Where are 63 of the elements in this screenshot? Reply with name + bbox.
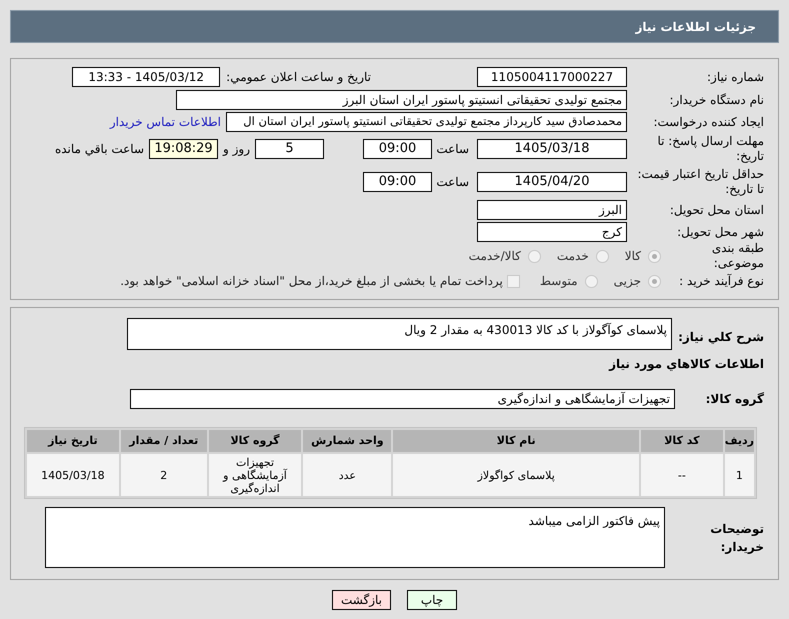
input-field[interactable]: کرج: [477, 222, 627, 242]
input-field[interactable]: 19:08:29: [149, 139, 218, 159]
radio-button[interactable]: [584, 274, 598, 288]
table-cell: تجهیزات آزمایشگاهی و اندازه‌گیری: [208, 454, 302, 496]
input-field[interactable]: 1405/04/20: [477, 172, 627, 192]
input-field[interactable]: 5: [255, 139, 324, 159]
field-label: مهلت ارسال پاسخ: تا تاریخ:: [656, 134, 764, 164]
table-cell: 2: [120, 454, 207, 496]
field-label: ایجاد کننده درخواست:: [652, 114, 764, 130]
field-label: روز و: [223, 141, 250, 158]
field-label: شماره نیاز:: [706, 70, 764, 84]
table-cell: --: [640, 454, 723, 496]
input-field[interactable]: 1405/03/12 - 13:33: [72, 67, 220, 87]
field-label: کالا: [624, 248, 641, 265]
field-label: شرح کلي نیاز:: [677, 329, 764, 346]
field-label: ساعت: [436, 141, 469, 158]
input-field[interactable]: 1105004117000227: [477, 67, 627, 87]
print-button[interactable]: چاپ: [407, 590, 457, 610]
radio-button[interactable]: [648, 274, 661, 288]
input-field[interactable]: 09:00: [363, 172, 432, 192]
field-label: پرداخت تمام یا بخشی از مبلغ خرید،از محل "اسناد خزانه اسلامی" خواهد بود.: [120, 273, 503, 290]
field-label: حداقل تاریخ اعتبار قیمت: تا تاریخ:: [636, 167, 764, 197]
radio-button[interactable]: [528, 250, 541, 262]
column-header: کد کالا: [640, 430, 723, 452]
input-field[interactable]: محمدصادق سید کارپرداز مجتمع تولیدی تحقیقاتی انستیتو پاستور ایران استان ال: [226, 112, 627, 132]
input-field[interactable]: 09:00: [363, 139, 432, 159]
field-label: جزیی: [614, 273, 641, 290]
field-label: نوع فرآیند خرید :: [678, 274, 764, 288]
contact-link[interactable]: اطلاعات تماس خریدار: [110, 113, 221, 131]
column-header: نام کالا: [393, 430, 639, 452]
section-heading: اطلاعات کالاهاي مورد نیاز: [609, 356, 764, 373]
radio-button[interactable]: [596, 250, 609, 262]
table-cell: عدد: [303, 454, 392, 496]
column-header: گروه کالا: [208, 430, 302, 452]
back-button[interactable]: بازگشت: [332, 590, 391, 610]
column-header: تعداد / مقدار: [120, 430, 207, 452]
field-label: توضیحات خریدار:: [709, 520, 764, 556]
field-label: متوسط: [540, 273, 578, 290]
column-header: ردیف: [724, 430, 754, 452]
input-field[interactable]: تجهیزات آزمایشگاهی و اندازه‌گیری: [130, 389, 675, 409]
field-label: شهر محل تحویل:: [676, 224, 764, 240]
field-label: ساعت باقي مانده: [54, 141, 144, 158]
checkbox[interactable]: [506, 274, 520, 288]
field-label: تاریخ و ساعت اعلان عمومي:: [226, 69, 371, 86]
field-label: استان محل تحویل:: [668, 202, 764, 218]
field-label: خدمت: [556, 248, 589, 265]
table-cell: 1405/03/18: [27, 454, 119, 496]
input-field[interactable]: 1405/03/18: [477, 139, 627, 159]
field-label: ساعت: [436, 174, 469, 191]
table-cell: 1: [724, 454, 754, 496]
field-label: طبقه بندی موضوعی:: [710, 241, 764, 271]
input-field[interactable]: مجتمع تولیدی تحقیقاتی انستیتو پاستور ایران استان البرز: [176, 90, 627, 110]
field-label: کالا/خدمت: [468, 248, 521, 265]
text-area[interactable]: پیش فاکتور الزامی میباشد: [45, 507, 665, 568]
field-label: گروه کالا:: [704, 391, 764, 408]
table-cell: پلاسمای کواگولاز: [393, 454, 639, 496]
column-header: واحد شمارش: [303, 430, 392, 452]
radio-button[interactable]: [648, 250, 661, 262]
input-field[interactable]: البرز: [477, 200, 627, 220]
page-title: جزئیات اطلاعات نیاز: [635, 18, 756, 36]
column-header: تاریخ نیاز: [27, 430, 119, 452]
text-area[interactable]: پلاسمای کوآگولاز با کد کالا 430013 به مقدار 2 ویال: [127, 318, 672, 350]
field-label: نام دستگاه خریدار:: [668, 92, 764, 108]
